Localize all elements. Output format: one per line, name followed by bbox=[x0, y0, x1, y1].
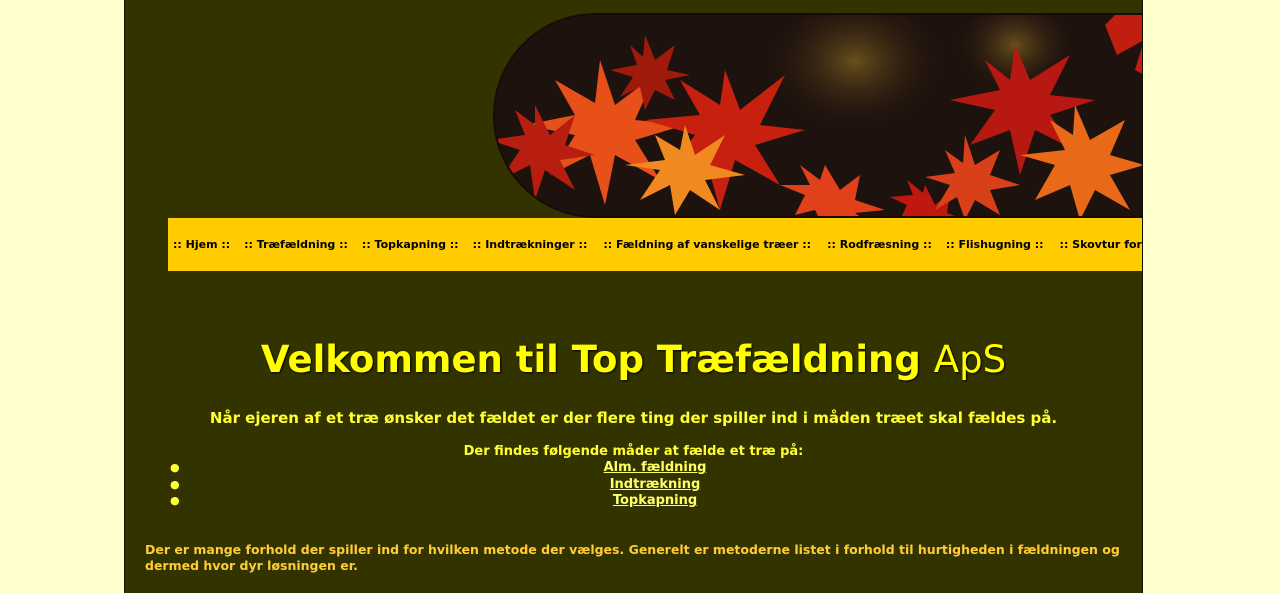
nav-item-vanskelige-traeer[interactable]: :: Fældning af vanskelige træer :: bbox=[603, 238, 811, 251]
main-navigation: :: Hjem :: :: Træfældning :: :: Topkapni… bbox=[168, 218, 1142, 271]
page-title: Velkommen til Top Træfældning ApS bbox=[125, 336, 1142, 384]
nav-item-indtraekninger[interactable]: :: Indtrækninger :: bbox=[473, 238, 588, 251]
body-paragraph: Der er mange forhold der spiller ind for… bbox=[145, 542, 1120, 573]
nav-item-rodfraesning[interactable]: :: Rodfræsning :: bbox=[827, 238, 932, 251]
list-item: ● Indtrækning bbox=[168, 477, 1142, 494]
bullet-icon: ● bbox=[170, 494, 180, 507]
nav-item-topkapning[interactable]: :: Topkapning :: bbox=[362, 238, 459, 251]
nav-item-traefaeldning[interactable]: :: Træfældning :: bbox=[244, 238, 348, 251]
method-link-indtraekning[interactable]: Indtrækning bbox=[610, 477, 701, 492]
list-item: ● Alm. fældning bbox=[168, 460, 1142, 477]
methods-title: Der findes følgende måder at fælde et tr… bbox=[463, 444, 804, 459]
page-container: :: Hjem :: :: Træfældning :: :: Topkapni… bbox=[124, 0, 1143, 593]
nav-item-skovtur[interactable]: :: Skovtur for træklatrer :: bbox=[1060, 238, 1142, 251]
list-item: ● Topkapning bbox=[168, 493, 1142, 510]
method-link-topkapning[interactable]: Topkapning bbox=[613, 493, 697, 508]
methods-list: ● Alm. fældning ● Indtrækning ● Topkapni… bbox=[168, 460, 1142, 510]
bullet-icon: ● bbox=[170, 477, 180, 491]
page-title-bold: Velkommen til Top Træfældning bbox=[260, 338, 921, 381]
method-link-alm-faeldning[interactable]: Alm. fældning bbox=[604, 460, 707, 475]
intro-text: Når ejeren af et træ ønsker det fældet e… bbox=[209, 409, 1058, 427]
banner-image bbox=[493, 13, 1142, 218]
autumn-leaves-illustration bbox=[495, 15, 1142, 216]
nav-item-hjem[interactable]: :: Hjem :: bbox=[173, 238, 230, 251]
page-title-suffix: ApS bbox=[933, 338, 1007, 381]
bullet-icon: ● bbox=[170, 461, 180, 474]
nav-item-flishugning[interactable]: :: Flishugning :: bbox=[946, 238, 1044, 251]
